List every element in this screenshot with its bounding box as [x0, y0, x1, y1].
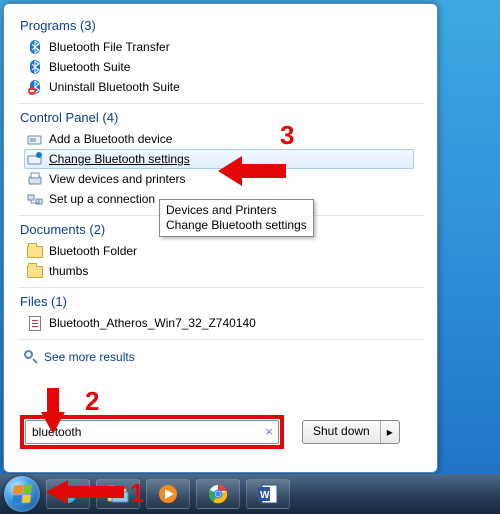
- result-label: Set up a connection: [49, 192, 155, 206]
- chrome-icon: [207, 483, 229, 505]
- tooltip: Devices and Printers Change Bluetooth se…: [159, 199, 314, 237]
- section-header-files: Files (1): [20, 294, 425, 309]
- taskbar-ie[interactable]: [46, 479, 90, 509]
- result-label: Bluetooth Folder: [49, 244, 137, 258]
- svg-text:W: W: [260, 490, 270, 501]
- taskbar-word[interactable]: W: [246, 479, 290, 509]
- annotation-3: 3: [280, 120, 294, 151]
- result-label: Uninstall Bluetooth Suite: [49, 80, 180, 94]
- explorer-icon: [106, 484, 130, 504]
- clear-search-button[interactable]: ×: [265, 424, 273, 439]
- section-header-programs: Programs (3): [20, 18, 425, 33]
- divider: [18, 339, 425, 340]
- result-label: Add a Bluetooth device: [49, 132, 172, 146]
- see-more-results[interactable]: See more results: [24, 350, 425, 364]
- bluetooth-icon: [27, 39, 43, 55]
- tooltip-line2: Change Bluetooth settings: [166, 218, 307, 233]
- start-menu-bottom: × Shut down ▸: [10, 410, 431, 454]
- result-label: Bluetooth Suite: [49, 60, 130, 74]
- divider: [18, 103, 425, 104]
- bluetooth-icon: [27, 59, 43, 75]
- shutdown-split-button[interactable]: Shut down ▸: [302, 420, 400, 444]
- result-thumbs[interactable]: thumbs: [24, 261, 425, 281]
- result-change-bluetooth-settings[interactable]: Change Bluetooth settings: [24, 149, 414, 169]
- result-add-bluetooth-device[interactable]: Add a Bluetooth device: [24, 129, 425, 149]
- shutdown-button[interactable]: Shut down: [303, 421, 381, 443]
- annotation-box-search: ×: [20, 415, 284, 449]
- printer-icon: [27, 171, 43, 187]
- start-menu-panel: Programs (3) Bluetooth File Transfer Blu…: [3, 3, 438, 473]
- tooltip-line1: Devices and Printers: [166, 203, 307, 218]
- divider: [18, 287, 425, 288]
- annotation-1: 1: [130, 478, 144, 509]
- uninstall-icon: [27, 79, 43, 95]
- result-bluetooth-folder[interactable]: Bluetooth Folder: [24, 241, 425, 261]
- taskbar-chrome[interactable]: [196, 479, 240, 509]
- media-player-icon: [157, 483, 179, 505]
- network-icon: [27, 191, 43, 207]
- settings-icon: [27, 151, 43, 167]
- search-input[interactable]: [25, 420, 279, 444]
- section-header-control-panel: Control Panel (4): [20, 110, 425, 125]
- device-icon: [27, 131, 43, 147]
- result-label: Change Bluetooth settings: [49, 152, 190, 166]
- search-icon: [24, 350, 38, 364]
- result-view-devices-printers[interactable]: View devices and printers: [24, 169, 425, 189]
- result-uninstall-bluetooth-suite[interactable]: Uninstall Bluetooth Suite: [24, 77, 425, 97]
- shutdown-arrow-button[interactable]: ▸: [381, 421, 399, 443]
- result-bluetooth-atheros-file[interactable]: Bluetooth_Atheros_Win7_32_Z740140: [24, 313, 425, 333]
- taskbar: W: [0, 474, 500, 514]
- see-more-label: See more results: [44, 350, 135, 364]
- result-label: View devices and printers: [49, 172, 186, 186]
- result-label: thumbs: [49, 264, 88, 278]
- taskbar-media-player[interactable]: [146, 479, 190, 509]
- result-label: Bluetooth File Transfer: [49, 40, 170, 54]
- result-bluetooth-file-transfer[interactable]: Bluetooth File Transfer: [24, 37, 425, 57]
- ie-icon: [57, 483, 79, 505]
- search-results: Programs (3) Bluetooth File Transfer Blu…: [10, 14, 431, 410]
- archive-icon: [27, 315, 43, 331]
- start-orb[interactable]: [4, 476, 40, 512]
- annotation-2: 2: [85, 386, 99, 417]
- folder-icon: [27, 243, 43, 259]
- folder-icon: [27, 263, 43, 279]
- word-icon: W: [257, 483, 279, 505]
- result-bluetooth-suite[interactable]: Bluetooth Suite: [24, 57, 425, 77]
- result-label: Bluetooth_Atheros_Win7_32_Z740140: [49, 316, 256, 330]
